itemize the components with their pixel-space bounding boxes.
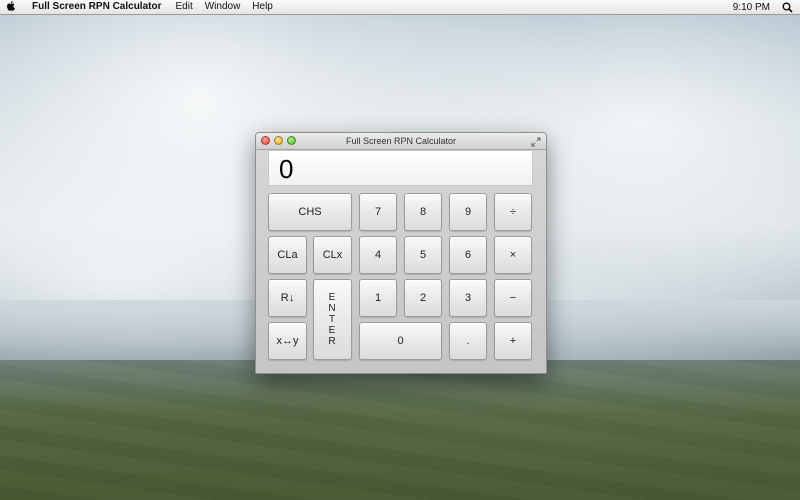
menu-bar: Full Screen RPN Calculator Edit Window H… xyxy=(0,0,800,15)
enter-letter: E xyxy=(328,325,337,336)
roll-down-button[interactable]: R↓ xyxy=(268,279,307,317)
enter-letter: T xyxy=(328,314,337,325)
spotlight-search-icon[interactable] xyxy=(780,0,794,14)
ground-landscape xyxy=(0,360,800,500)
close-window-icon[interactable] xyxy=(261,136,270,145)
window-title: Full Screen RPN Calculator xyxy=(345,136,457,146)
menu-extras: 9:10 PM xyxy=(733,0,800,14)
divide-button[interactable]: ÷ xyxy=(494,193,532,231)
plus-button[interactable]: + xyxy=(494,322,532,360)
calculator-body: 0 CHS 7 8 9 ÷ CLa CLx 4 5 6 × R↓ E N T E… xyxy=(256,150,546,373)
apple-menu-icon[interactable] xyxy=(0,0,22,15)
menu-window[interactable]: Window xyxy=(205,0,241,14)
digit-7-button[interactable]: 7 xyxy=(359,193,397,231)
digit-4-button[interactable]: 4 xyxy=(359,236,397,274)
chs-button[interactable]: CHS xyxy=(268,193,352,231)
minus-button[interactable]: − xyxy=(494,279,532,317)
traffic-lights xyxy=(261,136,296,145)
zoom-window-icon[interactable] xyxy=(287,136,296,145)
swap-xy-button[interactable]: x↔y xyxy=(268,322,307,360)
enter-button[interactable]: E N T E R xyxy=(313,279,352,360)
digit-2-button[interactable]: 2 xyxy=(404,279,442,317)
menu-clock[interactable]: 9:10 PM xyxy=(733,2,770,13)
digit-9-button[interactable]: 9 xyxy=(449,193,487,231)
digit-1-button[interactable]: 1 xyxy=(359,279,397,317)
multiply-button[interactable]: × xyxy=(494,236,532,274)
clear-all-button[interactable]: CLa xyxy=(268,236,307,274)
enter-letter: E xyxy=(328,292,337,303)
app-name-menu[interactable]: Full Screen RPN Calculator xyxy=(32,0,161,14)
menu-help[interactable]: Help xyxy=(252,0,273,14)
menu-edit[interactable]: Edit xyxy=(175,0,192,14)
digit-6-button[interactable]: 6 xyxy=(449,236,487,274)
calculator-window: Full Screen RPN Calculator 0 CHS 7 8 9 ÷… xyxy=(255,132,547,374)
digit-3-button[interactable]: 3 xyxy=(449,279,487,317)
minimize-window-icon[interactable] xyxy=(274,136,283,145)
enter-letter: R xyxy=(328,336,337,347)
decimal-point-button[interactable]: . xyxy=(449,322,487,360)
digit-5-button[interactable]: 5 xyxy=(404,236,442,274)
window-titlebar[interactable]: Full Screen RPN Calculator xyxy=(256,133,546,150)
digit-0-button[interactable]: 0 xyxy=(359,322,442,360)
digit-8-button[interactable]: 8 xyxy=(404,193,442,231)
calculator-display: 0 xyxy=(268,150,533,186)
enter-letter: N xyxy=(328,303,337,314)
clear-x-button[interactable]: CLx xyxy=(313,236,352,274)
fullscreen-icon[interactable] xyxy=(531,136,541,147)
